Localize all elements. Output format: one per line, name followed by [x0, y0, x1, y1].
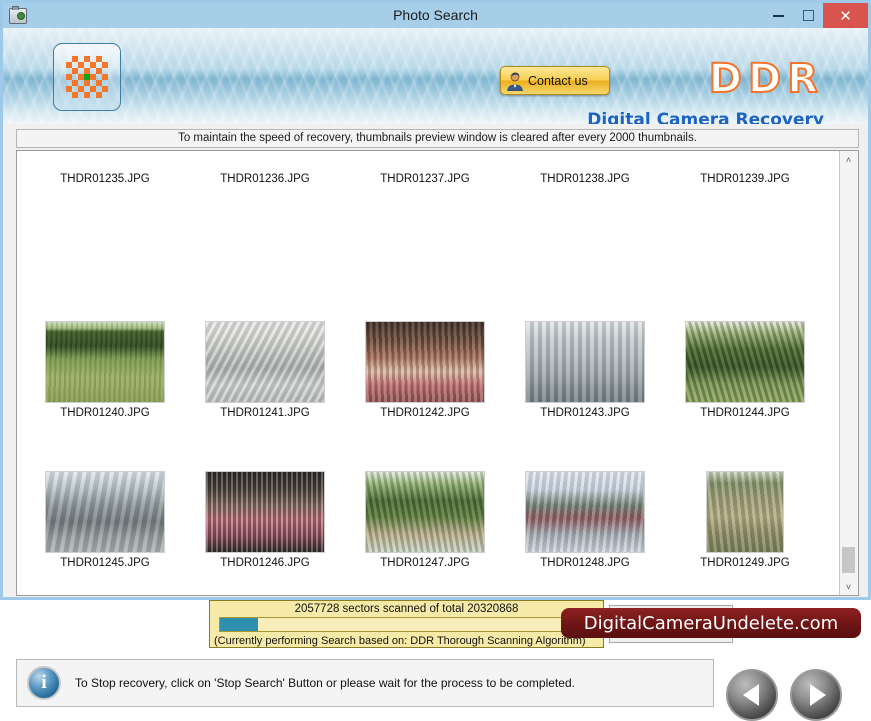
- window-title: Photo Search: [3, 3, 868, 28]
- scroll-up-arrow-icon[interactable]: ˄: [840, 151, 857, 168]
- thumbnail-filename: THDR01236.JPG: [185, 173, 345, 185]
- thumbnail-filename: THDR01245.JPG: [25, 557, 185, 569]
- information-icon: i: [27, 666, 61, 700]
- thumbnail-item[interactable]: THDR01247.JPG: [345, 471, 505, 569]
- thumbnail-image[interactable]: [205, 321, 325, 403]
- close-button[interactable]: ✕: [823, 3, 868, 28]
- thumbnail-notice: To maintain the speed of recovery, thumb…: [16, 129, 859, 148]
- footer-brand-text: DigitalCameraUndelete.com: [584, 613, 838, 634]
- thumbnail-filename: THDR01249.JPG: [665, 557, 825, 569]
- thumbnail-item[interactable]: THDR01241.JPG: [185, 321, 345, 419]
- next-button[interactable]: [790, 669, 842, 721]
- camera-icon: [9, 8, 27, 24]
- progress-note: (Currently performing Search based on: D…: [210, 635, 603, 647]
- thumbnail-filename: THDR01238.JPG: [505, 173, 665, 185]
- thumbnail-item[interactable]: THDR01245.JPG: [25, 471, 185, 569]
- thumbnail-image[interactable]: [45, 321, 165, 403]
- thumbnail-image[interactable]: [365, 471, 485, 553]
- thumbnail-filename: THDR01237.JPG: [345, 173, 505, 185]
- info-bar-text: To Stop recovery, click on 'Stop Search'…: [75, 676, 575, 690]
- main-content: To maintain the speed of recovery, thumb…: [3, 124, 868, 597]
- thumbnail-image[interactable]: [525, 321, 645, 403]
- thumbnail-item[interactable]: THDR01243.JPG: [505, 321, 665, 419]
- thumbnails-grid[interactable]: THDR01235.JPGTHDR01236.JPGTHDR01237.JPGT…: [17, 151, 840, 595]
- thumbnail-item[interactable]: THDR01237.JPG: [345, 173, 505, 185]
- thumbnail-filename: THDR01243.JPG: [505, 407, 665, 419]
- thumbnail-image[interactable]: [685, 321, 805, 403]
- person-icon: [505, 71, 525, 91]
- thumbnail-filename: THDR01235.JPG: [25, 173, 185, 185]
- thumbnail-image[interactable]: [205, 471, 325, 553]
- thumbnail-item[interactable]: THDR01235.JPG: [25, 173, 185, 185]
- contact-us-label: Contact us: [528, 74, 588, 88]
- thumbnail-item[interactable]: THDR01244.JPG: [665, 321, 825, 419]
- info-bar: i To Stop recovery, click on 'Stop Searc…: [16, 659, 714, 707]
- checkered-flower-logo: [53, 43, 121, 111]
- thumbnail-item[interactable]: THDR01248.JPG: [505, 471, 665, 569]
- progress-panel: 2057728 sectors scanned of total 2032086…: [209, 600, 604, 648]
- thumbnail-item[interactable]: THDR01246.JPG: [185, 471, 345, 569]
- scroll-down-arrow-icon[interactable]: ˅: [840, 578, 857, 595]
- progress-title: 2057728 sectors scanned of total 2032086…: [210, 603, 603, 615]
- thumbnail-item[interactable]: THDR01249.JPG: [665, 471, 825, 569]
- window-controls: ✕: [763, 3, 868, 28]
- thumbnail-image[interactable]: [525, 471, 645, 553]
- thumbnail-item[interactable]: THDR01242.JPG: [345, 321, 505, 419]
- thumbnails-panel: THDR01235.JPGTHDR01236.JPGTHDR01237.JPGT…: [16, 150, 859, 596]
- ddr-brand-subtitle: Digital Camera Recovery: [587, 110, 824, 124]
- thumbnail-item[interactable]: THDR01238.JPG: [505, 173, 665, 185]
- scrollbar-thumb[interactable]: [842, 547, 855, 573]
- thumbnail-filename: THDR01239.JPG: [665, 173, 825, 185]
- contact-us-button[interactable]: Contact us: [500, 66, 610, 95]
- header-banner: Contact us DDR Digital Camera Recovery: [3, 28, 868, 124]
- thumbnail-item[interactable]: THDR01240.JPG: [25, 321, 185, 419]
- arrow-left-icon: [743, 684, 759, 706]
- ddr-brand-title: DDR: [709, 56, 824, 102]
- application-window: Photo Search ✕: [0, 0, 871, 600]
- progress-fill: [220, 618, 258, 631]
- footer-brand-banner: DigitalCameraUndelete.com: [561, 608, 861, 638]
- logo-grid: [66, 56, 108, 98]
- thumbnail-item[interactable]: THDR01239.JPG: [665, 173, 825, 185]
- thumbnail-image[interactable]: [706, 471, 784, 553]
- thumbnail-item[interactable]: THDR01236.JPG: [185, 173, 345, 185]
- thumbnail-filename: THDR01241.JPG: [185, 407, 345, 419]
- progress-track: [219, 617, 594, 632]
- title-bar: Photo Search ✕: [3, 3, 868, 28]
- thumbnail-filename: THDR01244.JPG: [665, 407, 825, 419]
- thumbnail-filename: THDR01247.JPG: [345, 557, 505, 569]
- arrow-right-icon: [810, 684, 826, 706]
- thumbnail-image[interactable]: [365, 321, 485, 403]
- thumbnail-filename: THDR01248.JPG: [505, 557, 665, 569]
- previous-button[interactable]: [726, 669, 778, 721]
- thumbnail-image[interactable]: [45, 471, 165, 553]
- maximize-button[interactable]: [793, 3, 823, 28]
- thumbnail-filename: THDR01246.JPG: [185, 557, 345, 569]
- thumbnail-filename: THDR01242.JPG: [345, 407, 505, 419]
- minimize-button[interactable]: [763, 3, 793, 28]
- thumbnail-filename: THDR01240.JPG: [25, 407, 185, 419]
- vertical-scrollbar[interactable]: ˄ ˅: [839, 151, 858, 595]
